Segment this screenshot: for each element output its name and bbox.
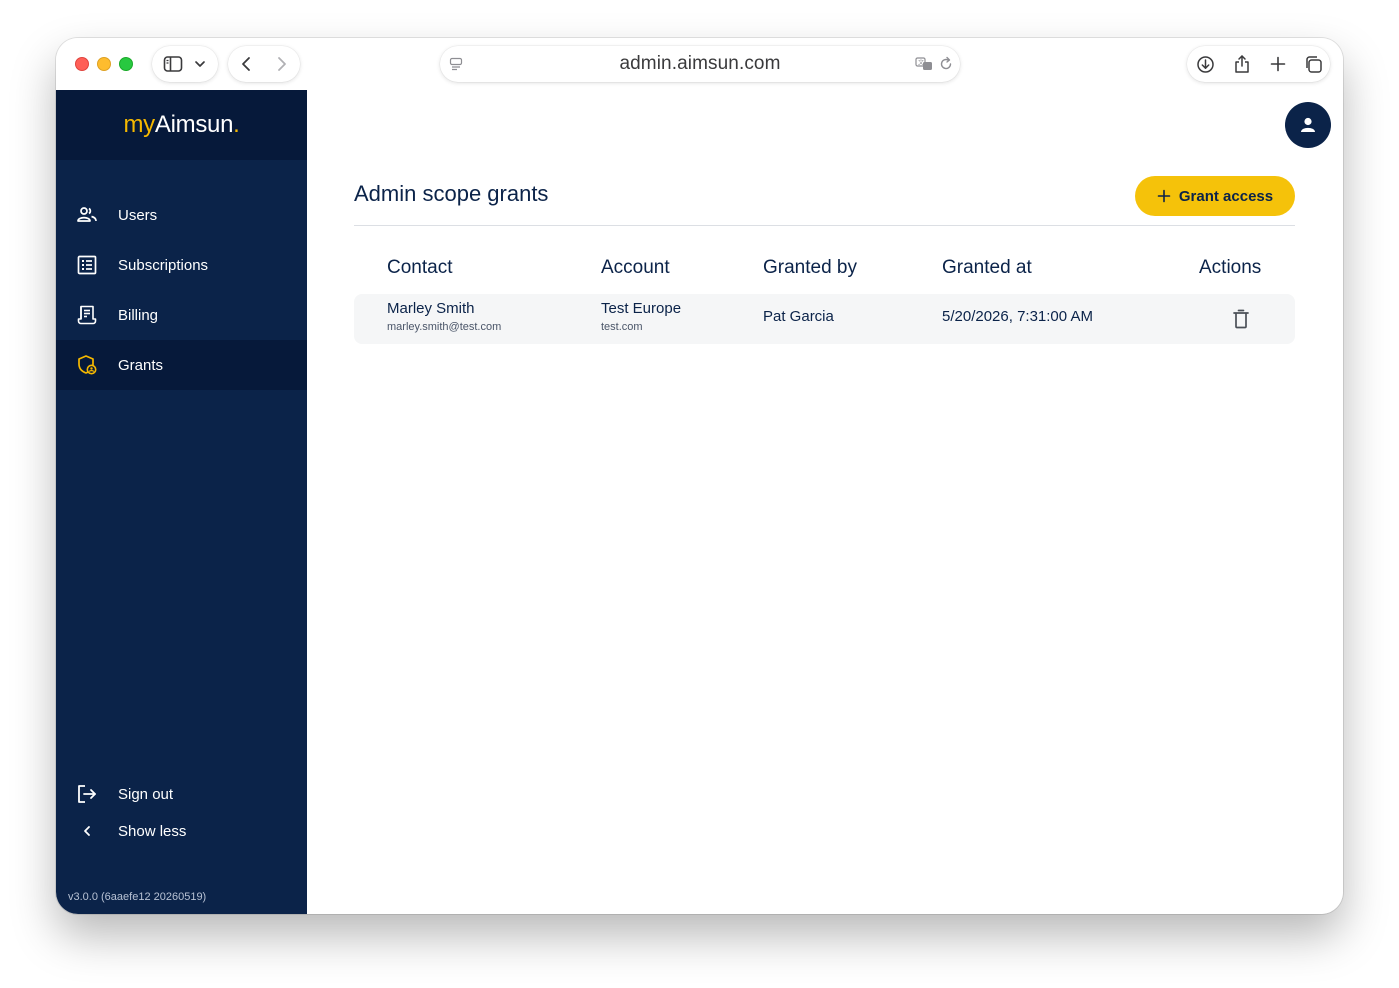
main-content: Admin scope grants Grant access Contact … bbox=[307, 90, 1343, 914]
title-divider bbox=[354, 225, 1295, 226]
contact-name: Marley Smith bbox=[387, 300, 475, 317]
tab-overview-icon[interactable] bbox=[1304, 55, 1323, 74]
user-avatar-button[interactable] bbox=[1285, 102, 1331, 148]
show-less-label: Show less bbox=[118, 822, 187, 840]
plus-icon bbox=[1157, 189, 1171, 203]
back-icon[interactable] bbox=[238, 55, 256, 73]
browser-toolbar: admin.aimsun.com 文 bbox=[56, 38, 1343, 90]
share-icon[interactable] bbox=[1233, 54, 1251, 74]
column-header-contact: Contact bbox=[387, 257, 453, 278]
download-icon[interactable] bbox=[1196, 55, 1215, 74]
chevron-down-icon[interactable] bbox=[194, 59, 206, 69]
sidebar-item-billing[interactable]: Billing bbox=[56, 290, 307, 340]
reload-icon[interactable] bbox=[938, 56, 954, 72]
account-name: Test Europe bbox=[601, 300, 682, 317]
forward-icon[interactable] bbox=[272, 55, 290, 73]
account-domain: test.com bbox=[601, 321, 643, 333]
users-icon bbox=[77, 207, 97, 222]
brand-wordmark: myAimsun. bbox=[123, 111, 240, 138]
list-icon bbox=[77, 255, 97, 275]
close-window-button[interactable] bbox=[75, 57, 89, 71]
column-header-account: Account bbox=[601, 257, 670, 278]
granted-by: Pat Garcia bbox=[763, 308, 834, 325]
minimize-window-button[interactable] bbox=[97, 57, 111, 71]
sidebar: myAimsun. Users Subscriptions Billing Gr… bbox=[56, 90, 307, 914]
sidebar-toggle-group bbox=[152, 46, 218, 82]
chevron-left-icon bbox=[84, 826, 90, 836]
translate-icon[interactable]: 文 bbox=[915, 56, 933, 72]
column-header-actions: Actions bbox=[1199, 257, 1262, 278]
browser-actions-group bbox=[1187, 46, 1330, 82]
shield-grant-icon bbox=[78, 355, 97, 375]
person-icon bbox=[1301, 117, 1315, 132]
browser-window: admin.aimsun.com 文 myAimsun. Users Subsc… bbox=[56, 38, 1343, 914]
url-text: admin.aimsun.com bbox=[619, 53, 781, 74]
contact-email: marley.smith@test.com bbox=[387, 321, 502, 333]
table-row: Marley Smith marley.smith@test.com Test … bbox=[354, 294, 1295, 344]
sidebar-item-label: Billing bbox=[118, 306, 159, 324]
maximize-window-button[interactable] bbox=[119, 57, 133, 71]
page-title: Admin scope grants bbox=[354, 181, 549, 206]
delete-icon[interactable] bbox=[1230, 308, 1252, 330]
sidebar-item-grants[interactable]: Grants bbox=[56, 340, 307, 390]
version-label: v3.0.0 (6aaefe12 20260519) bbox=[68, 891, 207, 903]
show-less-button[interactable]: Show less bbox=[56, 806, 307, 856]
granted-at: 5/20/2026, 7:31:00 AM bbox=[942, 308, 1093, 325]
column-header-granted-by: Granted by bbox=[763, 257, 857, 278]
grant-access-button[interactable]: Grant access bbox=[1135, 176, 1295, 216]
history-nav-group bbox=[228, 46, 300, 82]
sidebar-item-label: Subscriptions bbox=[118, 256, 209, 274]
new-tab-icon[interactable] bbox=[1270, 56, 1286, 72]
sign-out-label: Sign out bbox=[118, 785, 174, 803]
grant-access-label: Grant access bbox=[1178, 187, 1274, 205]
sidebar-item-label: Users bbox=[118, 206, 158, 224]
page-menu-icon[interactable] bbox=[449, 57, 463, 71]
sidebar-item-label: Grants bbox=[118, 356, 164, 374]
column-header-granted-at: Granted at bbox=[942, 257, 1032, 278]
sidebar-item-users[interactable]: Users bbox=[56, 190, 307, 240]
sidebar-toggle-icon[interactable] bbox=[163, 55, 183, 73]
receipt-icon bbox=[77, 305, 97, 325]
address-bar[interactable]: admin.aimsun.com 文 bbox=[440, 46, 960, 82]
sign-out-icon bbox=[78, 785, 96, 803]
sidebar-item-subscriptions[interactable]: Subscriptions bbox=[56, 240, 307, 290]
brand-logo[interactable]: myAimsun. bbox=[56, 90, 307, 160]
svg-text:文: 文 bbox=[918, 59, 924, 67]
